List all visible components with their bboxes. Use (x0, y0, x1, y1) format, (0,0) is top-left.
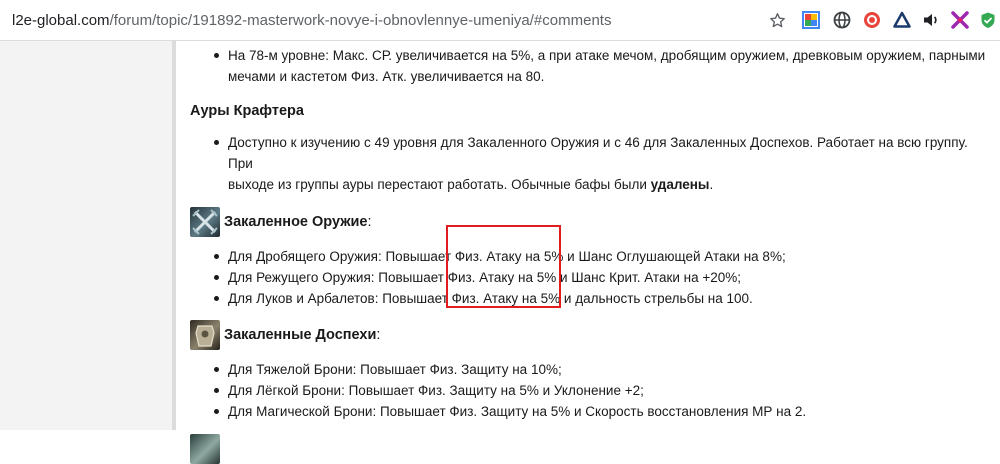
shield-check-icon[interactable] (978, 10, 998, 30)
skill-icon (190, 434, 220, 464)
tempered-weapon-heading: Закаленное Оружие: (190, 207, 990, 237)
page-sidebar-background (0, 41, 172, 430)
url-path: /forum/topic/191892-masterwork-novye-i-o… (109, 12, 612, 29)
tempered-armor-list: Для Тяжелой Брони: Повышает Физ. Защиту … (190, 359, 990, 422)
list-item: Для Режущего Оружия: Повышает Физ. Атаку… (190, 267, 990, 288)
list-item: Для Лёгкой Брони: Повышает Физ. Защиту н… (190, 380, 990, 401)
list-item: Для Магической Брони: Повышает Физ. Защи… (190, 401, 990, 422)
crossed-swords-icon (190, 207, 220, 237)
armor-icon (190, 320, 220, 350)
crafter-desc-list: Доступно к изучению с 49 уровня для Зака… (190, 132, 990, 195)
post-quote-border (172, 41, 176, 430)
url-domain: l2e-global.com (12, 12, 110, 29)
tempered-armor-heading: Закаленные Доспехи: (190, 320, 990, 350)
globe-icon[interactable] (832, 10, 852, 30)
highlight-annotation-box (446, 225, 561, 308)
star-icon[interactable] (767, 10, 787, 30)
list-item: Для Тяжелой Брони: Повышает Физ. Защиту … (190, 359, 990, 380)
removed-bold: удалены (650, 177, 710, 192)
next-skill-heading-partial (190, 434, 990, 464)
speaker-icon[interactable] (921, 10, 941, 30)
google-keep-icon[interactable] (801, 10, 821, 30)
delta-icon[interactable] (892, 10, 912, 30)
forum-post-content: На 78-м уровне: Макс. СР. увеличивается … (190, 41, 990, 464)
list-item: На 78-м уровне: Макс. СР. увеличивается … (190, 45, 990, 87)
address-bar[interactable]: l2e-global.com/forum/topic/191892-master… (12, 12, 611, 29)
list-item: Для Луков и Арбалетов: Повышает Физ. Ата… (190, 288, 990, 309)
record-icon[interactable] (862, 10, 882, 30)
list-item: Доступно к изучению с 49 уровня для Зака… (190, 132, 990, 195)
tempered-weapon-list: Для Дробящего Оружия: Повышает Физ. Атак… (190, 246, 990, 309)
level-78-list: На 78-м уровне: Макс. СР. увеличивается … (190, 45, 990, 87)
list-item: Для Дробящего Оружия: Повышает Физ. Атак… (190, 246, 990, 267)
browser-toolbar: l2e-global.com/forum/topic/191892-master… (0, 0, 1000, 41)
x-extension-icon[interactable] (950, 10, 970, 30)
crafter-auras-heading: Ауры Крафтера (190, 103, 304, 119)
